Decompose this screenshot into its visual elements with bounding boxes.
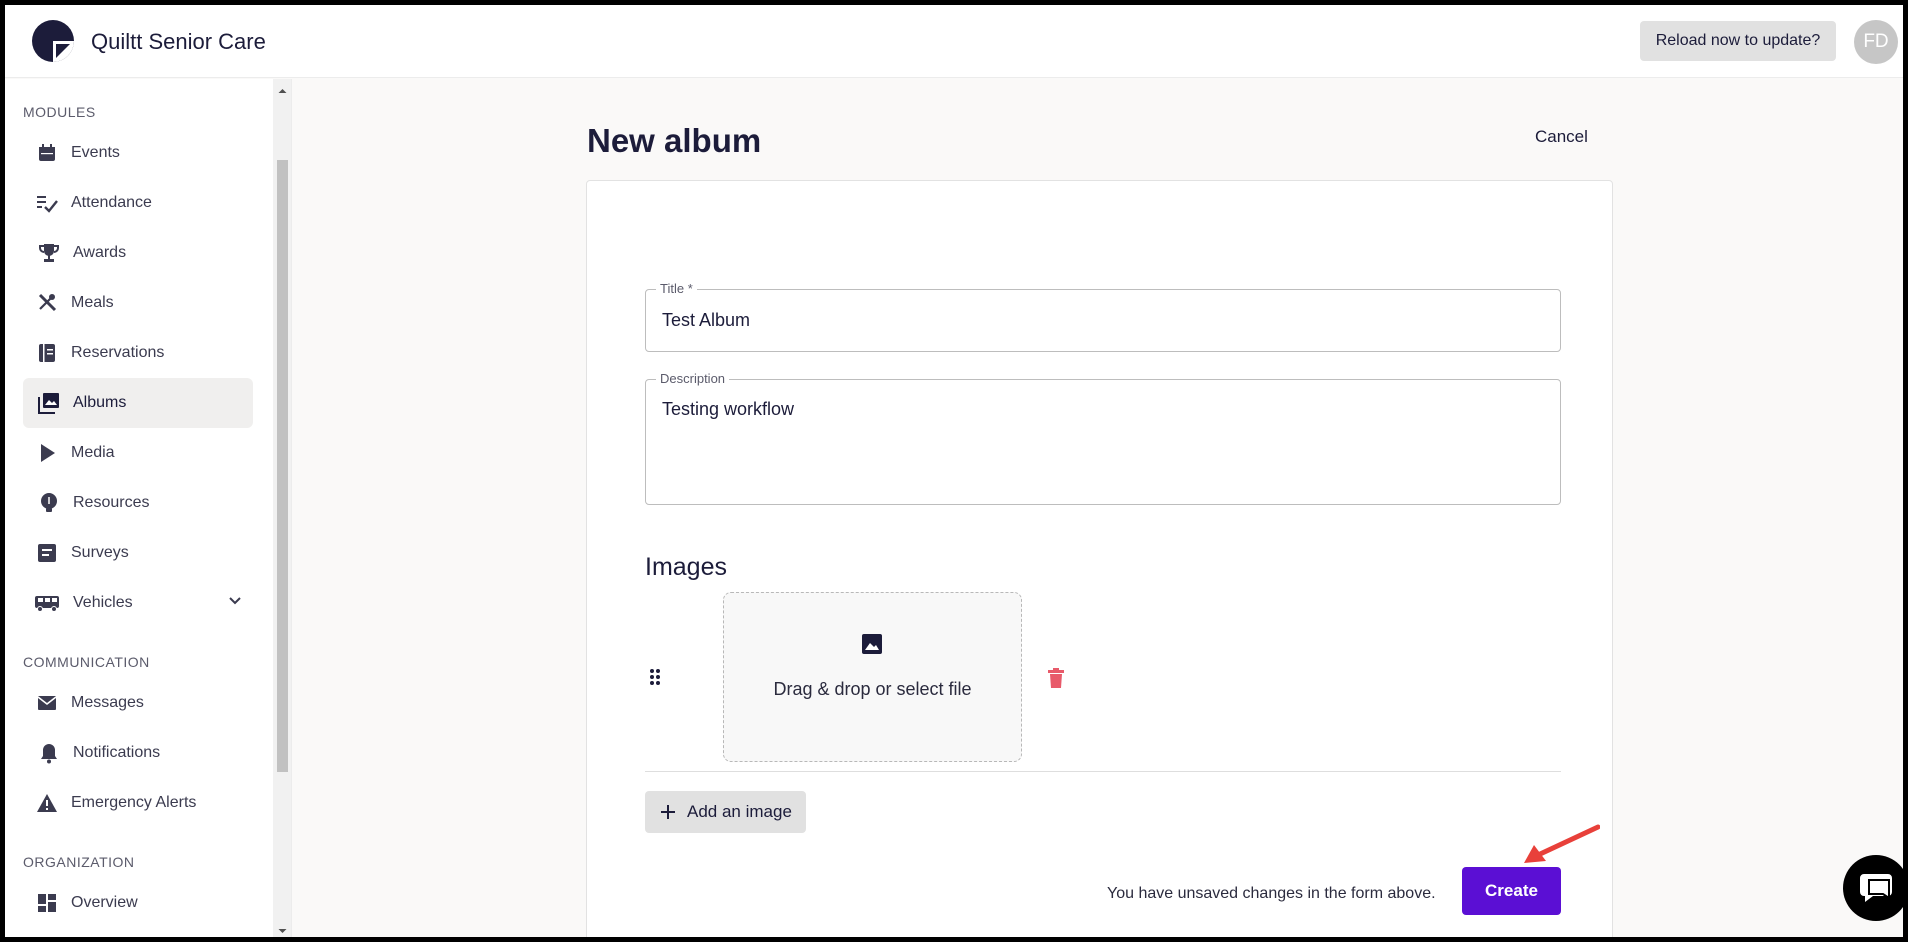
sidebar-item-label: Overview [71,894,138,911]
sidebar-item-label: Surveys [71,544,129,561]
sidebar-item-label: Vehicles [73,594,133,611]
sidebar-item-messages[interactable]: Messages [23,678,253,728]
sidebar-item-label: Reservations [71,344,165,361]
dashboard-icon [35,891,59,915]
sidebar-scroll-thumb[interactable] [277,160,288,772]
title-field-label: Title * [656,281,697,296]
sidebar-item-label: Attendance [71,194,152,211]
section-label-communication: COMMUNICATION [23,654,150,670]
images-heading: Images [645,553,727,581]
images-divider [645,771,1561,772]
sidebar-item-meals[interactable]: Meals [23,278,253,328]
brand-logo-icon [32,20,74,62]
image-dropzone[interactable]: Drag & drop or select file [723,592,1022,762]
add-image-label: Add an image [687,802,792,821]
checklist-icon [35,191,59,215]
scroll-down-arrow-icon[interactable] [277,925,288,937]
sidebar-item-awards[interactable]: Awards [23,228,253,278]
sidebar-item-label: Notifications [73,744,161,761]
utensils-icon [35,291,59,315]
reload-button[interactable]: Reload now to update? [1640,21,1836,61]
annotation-arrow-icon [1524,824,1600,863]
sidebar-item-label: Resources [73,494,150,511]
image-icon [862,634,882,654]
sidebar-item-label: Emergency Alerts [71,794,197,811]
sidebar-item-vehicles[interactable]: Vehicles [23,578,253,628]
sidebar: MODULES Events Attendance Awards Meals R… [5,79,292,937]
title-input-value[interactable]: Test Album [662,310,750,331]
sidebar-item-label: Media [71,444,115,461]
sidebar-item-surveys[interactable]: Surveys [23,528,253,578]
sidebar-item-media[interactable]: Media [23,428,253,478]
unsaved-changes-message: You have unsaved changes in the form abo… [1107,885,1436,902]
sidebar-item-reservations[interactable]: Reservations [23,328,253,378]
top-header: Quiltt Senior Care Reload now to update?… [5,5,1903,78]
trash-icon[interactable] [1047,667,1065,689]
sidebar-item-emergency-alerts[interactable]: Emergency Alerts [23,778,253,828]
brand-name: Quiltt Senior Care [91,29,266,54]
sidebar-item-albums[interactable]: Albums [23,378,253,428]
title-field[interactable]: Title * Test Album [645,281,1561,352]
sidebar-item-label: Messages [71,694,144,711]
sidebar-item-label: Meals [71,294,114,311]
bus-icon [33,591,61,615]
description-textarea-value[interactable]: Testing workflow [662,399,794,420]
bell-icon [37,741,61,765]
sidebar-item-resources[interactable]: Resources [23,478,253,528]
sidebar-item-overview[interactable]: Overview [23,878,253,928]
sidebar-item-notifications[interactable]: Notifications [23,728,253,778]
user-avatar[interactable]: FD [1854,20,1898,64]
description-field-label: Description [656,371,730,386]
warning-icon [35,791,59,815]
scroll-up-arrow-icon[interactable] [277,85,288,97]
section-label-modules: MODULES [23,104,96,120]
photo-library-icon [37,391,61,415]
sidebar-item-events[interactable]: Events [23,128,253,178]
cancel-button[interactable]: Cancel [1535,127,1588,147]
chat-launcher-button[interactable] [1843,855,1903,921]
survey-icon [35,541,59,565]
description-field[interactable]: Description Testing workflow [645,371,1561,505]
sidebar-item-label: Awards [73,244,127,261]
section-label-organization: ORGANIZATION [23,854,135,870]
sidebar-item-label: Albums [73,394,127,411]
drag-handle-icon[interactable] [649,668,661,686]
add-image-button[interactable]: Add an image [645,791,806,833]
create-button[interactable]: Create [1462,867,1561,915]
dropzone-text: Drag & drop or select file [773,679,972,699]
chat-bubble-icon [1860,874,1892,902]
chevron-down-icon[interactable] [227,593,243,614]
page-title: New album [587,122,762,159]
lightbulb-icon [37,491,61,515]
sidebar-item-label: Events [71,144,120,161]
envelope-icon [35,691,59,715]
calendar-icon [35,141,59,165]
book-icon [35,341,59,365]
trophy-icon [37,241,61,265]
sidebar-item-attendance[interactable]: Attendance [23,178,253,228]
app-window: Quiltt Senior Care Reload now to update?… [5,5,1903,937]
play-icon [35,441,59,465]
plus-icon [661,805,675,819]
